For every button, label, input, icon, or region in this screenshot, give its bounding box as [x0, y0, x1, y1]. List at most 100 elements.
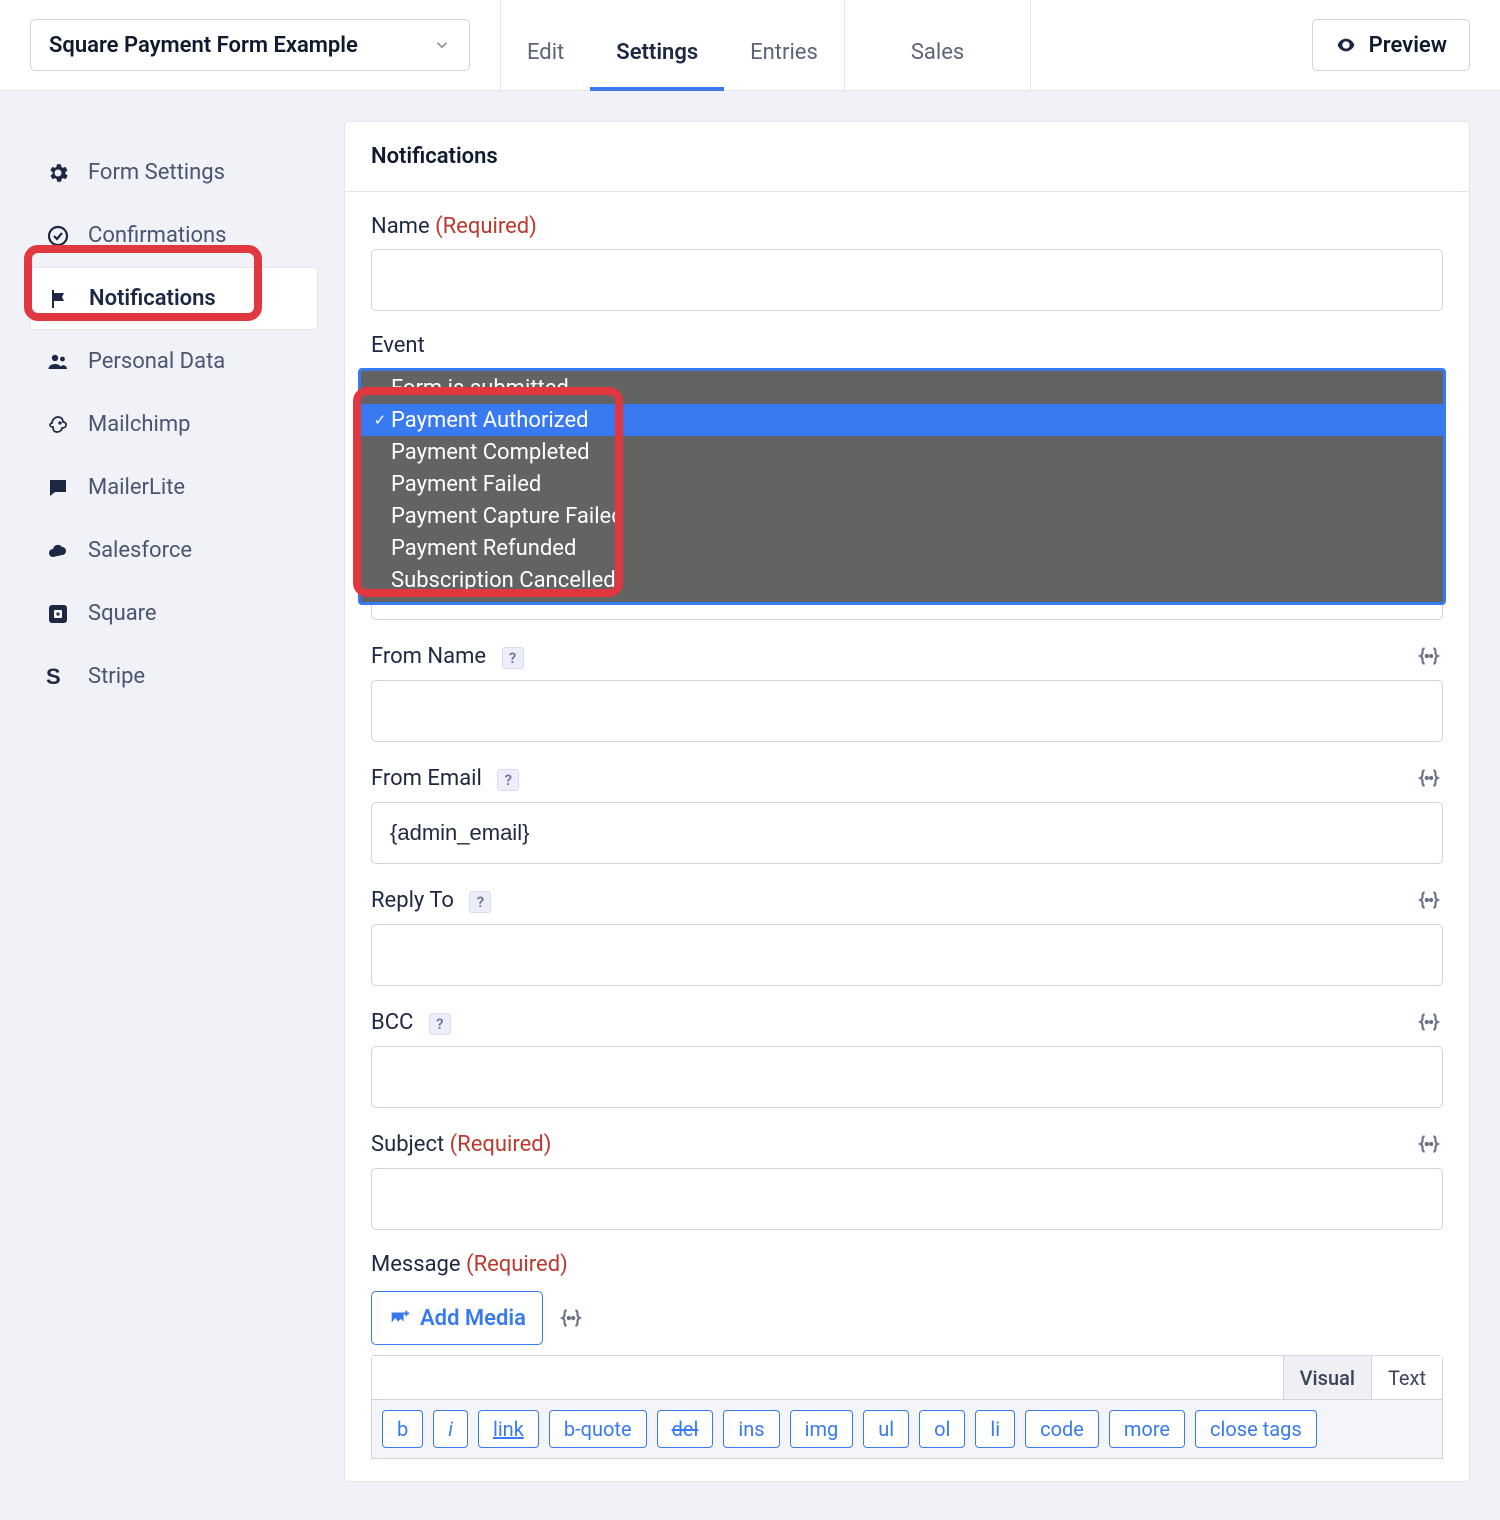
help-icon[interactable]: ?	[429, 1013, 451, 1035]
from-email-label: From Email ?	[371, 766, 519, 791]
editor-tabs: Visual Text	[372, 1356, 1442, 1400]
eye-icon	[1335, 34, 1357, 56]
from-email-input[interactable]	[371, 802, 1443, 864]
tab-edit[interactable]: Edit	[501, 0, 590, 90]
merge-tags-button[interactable]	[1415, 764, 1443, 792]
notifications-panel: Notifications Name (Required) Event	[344, 121, 1470, 1482]
qt-link[interactable]: link	[478, 1410, 539, 1448]
subject-input[interactable]	[371, 1168, 1443, 1230]
event-option[interactable]: Subscription Cancelled	[361, 564, 1443, 596]
sidebar-item-mailchimp[interactable]: Mailchimp	[30, 393, 318, 456]
media-icon	[388, 1307, 410, 1329]
sidebar-item-label: Stripe	[88, 664, 145, 689]
qt-li[interactable]: li	[975, 1410, 1015, 1448]
sidebar-item-label: MailerLite	[88, 475, 185, 500]
sidebar-item-mailerlite[interactable]: MailerLite	[30, 456, 318, 519]
preview-button[interactable]: Preview	[1312, 19, 1470, 71]
qt-ul[interactable]: ul	[863, 1410, 909, 1448]
event-option[interactable]: Payment Capture Failed	[361, 500, 1443, 532]
merge-tags-button[interactable]	[557, 1304, 585, 1332]
tab-label: Visual	[1300, 1366, 1355, 1390]
bcc-input[interactable]	[371, 1046, 1443, 1108]
people-icon	[46, 350, 70, 374]
reply-to-input[interactable]	[371, 924, 1443, 986]
merge-tags-button[interactable]	[1415, 1008, 1443, 1036]
message-editor: Visual Text b i link b-quote del ins img…	[371, 1355, 1443, 1459]
event-option[interactable]: Payment Refunded	[361, 532, 1443, 564]
sidebar-item-label: Form Settings	[88, 160, 225, 185]
tab-label: Text	[1388, 1366, 1426, 1390]
panel-body: Name (Required) Event Form is submitted …	[345, 192, 1469, 1481]
field-reply-to: Reply To ?	[371, 886, 1443, 986]
sidebar-item-personal-data[interactable]: Personal Data	[30, 330, 318, 393]
sidebar-item-stripe[interactable]: S Stripe	[30, 645, 318, 708]
option-label: Payment Refunded	[391, 536, 576, 561]
tab-entries[interactable]: Entries	[724, 0, 844, 90]
divider	[1030, 0, 1031, 90]
required-marker: (Required)	[466, 1252, 568, 1277]
flag-icon	[47, 287, 71, 311]
sidebar-item-form-settings[interactable]: Form Settings	[30, 141, 318, 204]
sidebar-item-confirmations[interactable]: Confirmations	[30, 204, 318, 267]
event-option[interactable]: Payment Completed	[361, 436, 1443, 468]
qt-code[interactable]: code	[1025, 1410, 1099, 1448]
qt-bquote[interactable]: b-quote	[549, 1410, 647, 1448]
media-toolbar: Add Media	[371, 1291, 1443, 1345]
field-name: Name (Required)	[371, 214, 1443, 311]
editor-tab-text[interactable]: Text	[1372, 1356, 1442, 1399]
option-label: Payment Authorized	[391, 408, 589, 433]
tab-label: Entries	[750, 40, 818, 65]
field-event: Event Form is submitted ✓Payment Authori…	[371, 333, 1443, 358]
qt-img[interactable]: img	[790, 1410, 854, 1448]
required-marker: (Required)	[450, 1132, 552, 1157]
tab-label: Sales	[911, 40, 964, 65]
subject-label: Subject (Required)	[371, 1132, 551, 1157]
from-name-input[interactable]	[371, 680, 1443, 742]
qt-ins[interactable]: ins	[723, 1410, 779, 1448]
tab-sales[interactable]: Sales	[885, 0, 990, 90]
preview-button-label: Preview	[1369, 33, 1447, 58]
help-icon[interactable]: ?	[497, 769, 519, 791]
add-media-button[interactable]: Add Media	[371, 1291, 543, 1345]
field-bcc: BCC ?	[371, 1008, 1443, 1108]
chat-icon	[46, 476, 70, 500]
help-icon[interactable]: ?	[502, 647, 524, 669]
sidebar-item-salesforce[interactable]: Salesforce	[30, 519, 318, 582]
qt-bold[interactable]: b	[382, 1410, 423, 1448]
reply-to-label: Reply To ?	[371, 888, 491, 913]
help-icon[interactable]: ?	[469, 891, 491, 913]
sidebar-item-label: Mailchimp	[88, 412, 191, 437]
quicktags-toolbar: b i link b-quote del ins img ul ol li co…	[372, 1400, 1442, 1458]
event-option[interactable]: Form is submitted	[361, 372, 1443, 404]
event-option[interactable]: ✓Payment Authorized	[361, 404, 1443, 436]
add-media-label: Add Media	[420, 1306, 526, 1331]
event-dropdown[interactable]: Form is submitted ✓Payment Authorized Pa…	[358, 368, 1446, 605]
sidebar-item-notifications[interactable]: Notifications	[30, 267, 318, 330]
merge-tags-button[interactable]	[1415, 1130, 1443, 1158]
form-selector-dropdown[interactable]: Square Payment Form Example	[30, 19, 470, 71]
main-layout: Form Settings Confirmations Notification…	[0, 91, 1500, 1512]
field-from-name: From Name ?	[371, 642, 1443, 742]
option-label: Payment Capture Failed	[391, 504, 624, 529]
sidebar-item-square[interactable]: Square	[30, 582, 318, 645]
merge-tags-button[interactable]	[1415, 886, 1443, 914]
required-marker: (Required)	[435, 214, 537, 239]
merge-tags-button[interactable]	[1415, 642, 1443, 670]
qt-del[interactable]: del	[657, 1410, 714, 1448]
qt-ol[interactable]: ol	[919, 1410, 965, 1448]
tab-label: Edit	[527, 40, 564, 65]
qt-closetags[interactable]: close tags	[1195, 1410, 1317, 1448]
chevron-down-icon	[433, 36, 451, 54]
qt-italic[interactable]: i	[433, 1410, 468, 1448]
field-subject: Subject (Required)	[371, 1130, 1443, 1230]
tab-settings[interactable]: Settings	[590, 0, 724, 90]
sidebar-item-label: Salesforce	[88, 538, 192, 563]
form-selector-label: Square Payment Form Example	[49, 33, 358, 58]
event-option[interactable]: Payment Failed	[361, 468, 1443, 500]
qt-more[interactable]: more	[1109, 1410, 1185, 1448]
option-label: Subscription Cancelled	[391, 568, 616, 593]
sidebar-item-label: Personal Data	[88, 349, 225, 374]
name-input[interactable]	[371, 249, 1443, 311]
editor-tab-visual[interactable]: Visual	[1283, 1356, 1372, 1399]
gear-icon	[46, 161, 70, 185]
